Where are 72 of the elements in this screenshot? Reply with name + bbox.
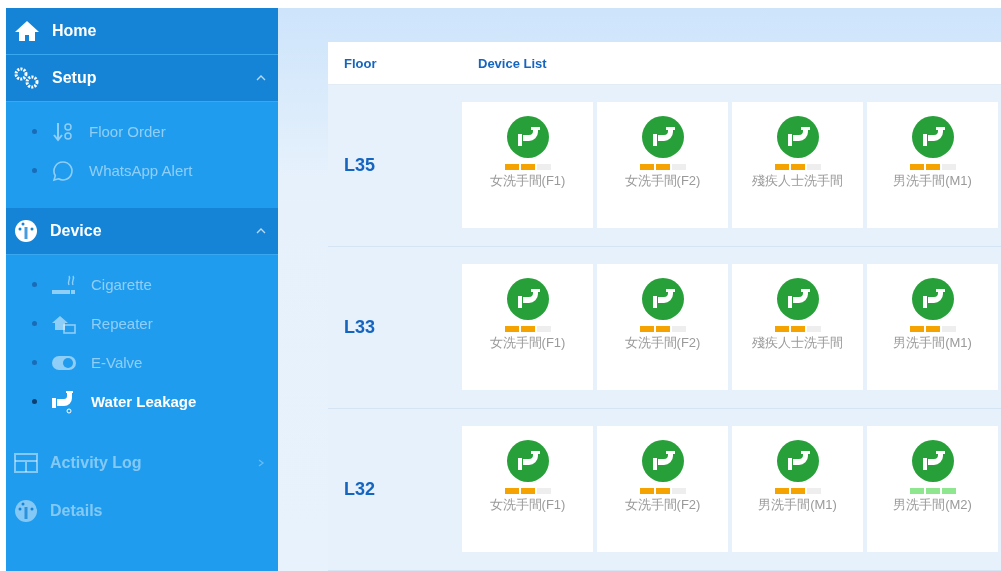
submenu-item[interactable]: Floor Order xyxy=(6,112,278,151)
pipe-icon xyxy=(911,440,954,482)
column-header: Floor xyxy=(343,55,378,71)
device-tile[interactable]: 男洗手間(M2) xyxy=(867,426,998,552)
device-tile[interactable]: 女洗手間(F2) xyxy=(597,264,728,390)
gears-icon xyxy=(14,67,40,89)
home-icon xyxy=(14,20,40,42)
device-tile[interactable]: 男洗手間(M1) xyxy=(732,426,863,552)
floor-label: L32 xyxy=(343,478,377,500)
pipe-icon xyxy=(911,278,954,320)
signal-meter xyxy=(909,164,956,170)
floor-label: L33 xyxy=(343,316,377,338)
signal-meter xyxy=(909,326,956,332)
pipe-icon xyxy=(911,116,954,158)
device-name: 男洗手間(M2) xyxy=(893,496,972,514)
signal-meter xyxy=(639,488,686,494)
floor-label: L35 xyxy=(343,154,377,176)
signal-meter xyxy=(774,164,821,170)
device-name: 女洗手間(F1) xyxy=(489,172,566,190)
pipe-icon xyxy=(506,440,549,482)
device-tile[interactable]: 女洗手間(F2) xyxy=(597,102,728,228)
menu-item[interactable]: Home xyxy=(6,8,278,55)
signal-meter xyxy=(774,326,821,332)
device-tile[interactable]: 女洗手間(F1) xyxy=(462,426,593,552)
device-name: 男洗手間(M1) xyxy=(758,496,837,514)
gauge-icon xyxy=(14,219,38,243)
signal-meter xyxy=(774,488,821,494)
device-name: 男洗手間(M1) xyxy=(893,334,972,352)
chevron-icon[interactable] xyxy=(256,74,266,82)
pipe-icon xyxy=(641,440,684,482)
device-name: 殘疾人士洗手間 xyxy=(752,172,843,190)
pipe-icon xyxy=(641,278,684,320)
device-name: 殘疾人士洗手間 xyxy=(752,334,843,352)
menu-item[interactable]: Setup xyxy=(6,55,278,102)
device-tile[interactable]: 男洗手間(M1) xyxy=(867,102,998,228)
device-name: 女洗手間(F1) xyxy=(489,334,566,352)
signal-meter xyxy=(909,488,956,494)
table-icon xyxy=(14,453,38,473)
signal-meter xyxy=(639,326,686,332)
pipe-icon xyxy=(506,278,549,320)
column-header: Device List xyxy=(477,55,548,71)
device-tile[interactable]: 殘疾人士洗手間 xyxy=(732,264,863,390)
submenu-item[interactable]: WhatsApp Alert xyxy=(6,151,278,190)
menu-item[interactable]: Device xyxy=(6,208,278,255)
device-tile[interactable]: 男洗手間(M1) xyxy=(867,264,998,390)
submenu-item[interactable]: Water Leakage xyxy=(6,382,278,421)
submenu-item[interactable]: Cigarette xyxy=(6,265,278,304)
submenu-item[interactable]: E-Valve xyxy=(6,343,278,382)
device-tile[interactable]: 女洗手間(F1) xyxy=(462,102,593,228)
device-name: 男洗手間(M1) xyxy=(893,172,972,190)
device-name: 女洗手間(F2) xyxy=(624,172,701,190)
device-tile[interactable]: 女洗手間(F1) xyxy=(462,264,593,390)
pipe-icon xyxy=(776,278,819,320)
device-name: 女洗手間(F2) xyxy=(624,496,701,514)
cigarette-icon xyxy=(51,273,77,296)
pipe-icon xyxy=(776,116,819,158)
submenu-item[interactable]: Repeater xyxy=(6,304,278,343)
gauge-icon xyxy=(14,499,38,523)
device-tile[interactable]: 殘疾人士洗手間 xyxy=(732,102,863,228)
pipe-icon xyxy=(506,116,549,158)
device-name: 女洗手間(F1) xyxy=(489,496,566,514)
signal-meter xyxy=(639,164,686,170)
signal-meter xyxy=(504,488,551,494)
chevron-icon[interactable] xyxy=(256,227,266,235)
device-tile[interactable]: 女洗手間(F2) xyxy=(597,426,728,552)
signal-meter xyxy=(504,164,551,170)
signal-meter xyxy=(504,326,551,332)
pipe-icon xyxy=(776,440,819,482)
sort-icon xyxy=(51,120,75,143)
chat-icon xyxy=(51,159,75,182)
pipe-icon xyxy=(641,116,684,158)
device-name: 女洗手間(F2) xyxy=(624,334,701,352)
